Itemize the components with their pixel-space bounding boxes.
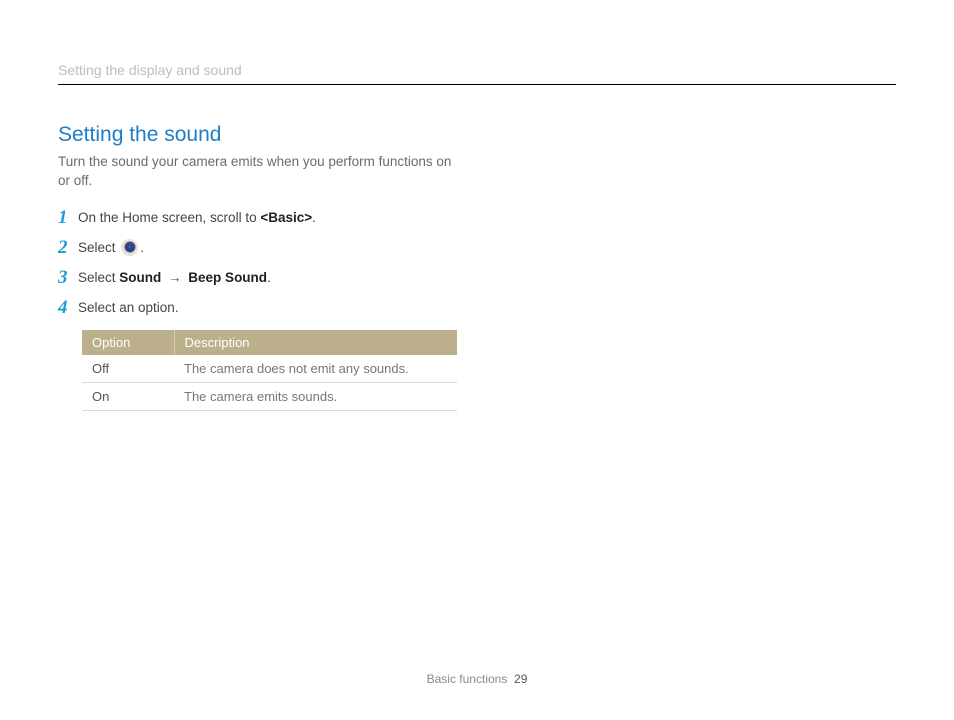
keyword-beep-sound: Beep Sound <box>188 270 267 285</box>
running-header: Setting the display and sound <box>58 62 896 85</box>
step-text: Select . <box>78 239 144 257</box>
arrow-icon: → <box>161 270 188 285</box>
cell-description: The camera does not emit any sounds. <box>174 355 457 383</box>
col-header-description: Description <box>174 330 457 355</box>
text: Select <box>78 240 119 255</box>
options-table: Option Description Off The camera does n… <box>82 330 457 411</box>
table-row: Off The camera does not emit any sounds. <box>82 355 457 383</box>
manual-page: Setting the display and sound Setting th… <box>0 0 954 720</box>
page-number: 29 <box>514 672 527 686</box>
page-footer: Basic functions 29 <box>0 672 954 686</box>
col-header-option: Option <box>82 330 174 355</box>
table-row: On The camera emits sounds. <box>82 382 457 410</box>
step-list: 1 On the Home screen, scroll to <Basic>.… <box>58 209 896 411</box>
keyword-basic: <Basic> <box>260 210 312 225</box>
footer-section: Basic functions <box>427 672 508 686</box>
step-text: Select an option. <box>78 299 179 317</box>
step-2: 2 Select . <box>58 239 896 257</box>
step-number: 1 <box>58 208 76 227</box>
text: . <box>267 270 271 285</box>
step-number: 2 <box>58 238 76 257</box>
step-number: 3 <box>58 268 76 287</box>
cell-option: Off <box>82 355 174 383</box>
keyword-sound: Sound <box>119 270 161 285</box>
text: . <box>312 210 316 225</box>
text: Select an option. <box>78 300 179 315</box>
step-number: 4 <box>58 298 76 317</box>
step-text: On the Home screen, scroll to <Basic>. <box>78 209 316 227</box>
cell-description: The camera emits sounds. <box>174 382 457 410</box>
text: . <box>140 240 144 255</box>
cell-option: On <box>82 382 174 410</box>
step-text: Select Sound → Beep Sound. <box>78 269 271 287</box>
section-title: Setting the sound <box>58 123 896 147</box>
settings-icon <box>121 239 138 256</box>
step-4: 4 Select an option. <box>58 299 896 317</box>
step-3: 3 Select Sound → Beep Sound. <box>58 269 896 287</box>
section-intro: Turn the sound your camera emits when yo… <box>58 153 458 191</box>
step-1: 1 On the Home screen, scroll to <Basic>. <box>58 209 896 227</box>
text: On the Home screen, scroll to <box>78 210 260 225</box>
table-header-row: Option Description <box>82 330 457 355</box>
text: Select <box>78 270 119 285</box>
